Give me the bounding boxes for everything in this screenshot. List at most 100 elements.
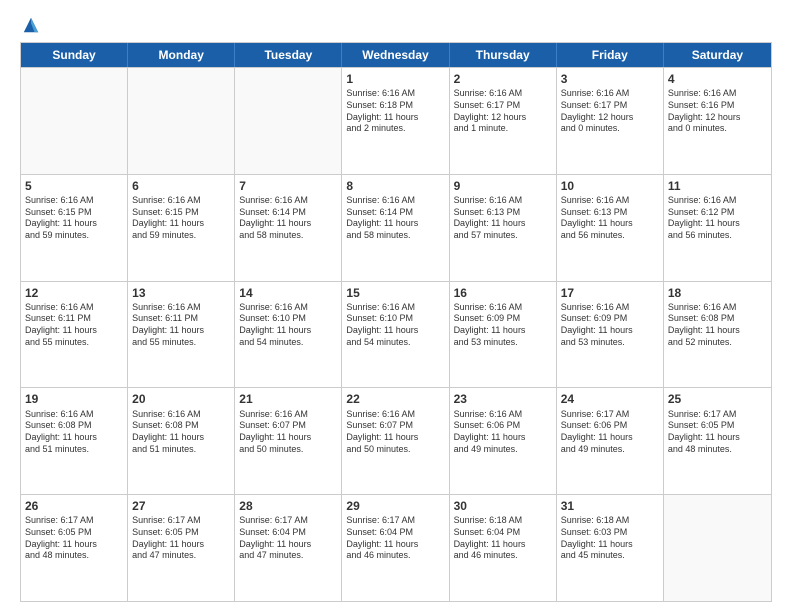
cell-info: Sunrise: 6:16 AM Sunset: 6:09 PM Dayligh… xyxy=(561,302,659,349)
calendar-header-row: SundayMondayTuesdayWednesdayThursdayFrid… xyxy=(21,43,771,67)
cal-cell-2-3: 15Sunrise: 6:16 AM Sunset: 6:10 PM Dayli… xyxy=(342,282,449,388)
cell-info: Sunrise: 6:16 AM Sunset: 6:17 PM Dayligh… xyxy=(454,88,552,135)
calendar-row-1: 5Sunrise: 6:16 AM Sunset: 6:15 PM Daylig… xyxy=(21,174,771,281)
cell-info: Sunrise: 6:18 AM Sunset: 6:03 PM Dayligh… xyxy=(561,515,659,562)
weekday-header-saturday: Saturday xyxy=(664,43,771,67)
day-number: 6 xyxy=(132,178,230,194)
cal-cell-2-2: 14Sunrise: 6:16 AM Sunset: 6:10 PM Dayli… xyxy=(235,282,342,388)
cal-cell-0-5: 3Sunrise: 6:16 AM Sunset: 6:17 PM Daylig… xyxy=(557,68,664,174)
cell-info: Sunrise: 6:16 AM Sunset: 6:18 PM Dayligh… xyxy=(346,88,444,135)
cell-info: Sunrise: 6:16 AM Sunset: 6:14 PM Dayligh… xyxy=(346,195,444,242)
cell-info: Sunrise: 6:16 AM Sunset: 6:11 PM Dayligh… xyxy=(132,302,230,349)
cal-cell-0-4: 2Sunrise: 6:16 AM Sunset: 6:17 PM Daylig… xyxy=(450,68,557,174)
day-number: 19 xyxy=(25,391,123,407)
day-number: 25 xyxy=(668,391,767,407)
cell-info: Sunrise: 6:16 AM Sunset: 6:11 PM Dayligh… xyxy=(25,302,123,349)
cal-cell-4-0: 26Sunrise: 6:17 AM Sunset: 6:05 PM Dayli… xyxy=(21,495,128,601)
cal-cell-0-6: 4Sunrise: 6:16 AM Sunset: 6:16 PM Daylig… xyxy=(664,68,771,174)
day-number: 22 xyxy=(346,391,444,407)
cal-cell-3-2: 21Sunrise: 6:16 AM Sunset: 6:07 PM Dayli… xyxy=(235,388,342,494)
cal-cell-1-0: 5Sunrise: 6:16 AM Sunset: 6:15 PM Daylig… xyxy=(21,175,128,281)
day-number: 28 xyxy=(239,498,337,514)
day-number: 14 xyxy=(239,285,337,301)
cal-cell-0-0 xyxy=(21,68,128,174)
day-number: 1 xyxy=(346,71,444,87)
cell-info: Sunrise: 6:17 AM Sunset: 6:04 PM Dayligh… xyxy=(346,515,444,562)
day-number: 18 xyxy=(668,285,767,301)
calendar-body: 1Sunrise: 6:16 AM Sunset: 6:18 PM Daylig… xyxy=(21,67,771,601)
cell-info: Sunrise: 6:18 AM Sunset: 6:04 PM Dayligh… xyxy=(454,515,552,562)
cal-cell-4-2: 28Sunrise: 6:17 AM Sunset: 6:04 PM Dayli… xyxy=(235,495,342,601)
day-number: 2 xyxy=(454,71,552,87)
day-number: 10 xyxy=(561,178,659,194)
cal-cell-1-3: 8Sunrise: 6:16 AM Sunset: 6:14 PM Daylig… xyxy=(342,175,449,281)
cal-cell-2-5: 17Sunrise: 6:16 AM Sunset: 6:09 PM Dayli… xyxy=(557,282,664,388)
calendar: SundayMondayTuesdayWednesdayThursdayFrid… xyxy=(20,42,772,602)
cell-info: Sunrise: 6:16 AM Sunset: 6:16 PM Dayligh… xyxy=(668,88,767,135)
cell-info: Sunrise: 6:16 AM Sunset: 6:07 PM Dayligh… xyxy=(346,409,444,456)
cal-cell-1-2: 7Sunrise: 6:16 AM Sunset: 6:14 PM Daylig… xyxy=(235,175,342,281)
day-number: 4 xyxy=(668,71,767,87)
cell-info: Sunrise: 6:16 AM Sunset: 6:09 PM Dayligh… xyxy=(454,302,552,349)
day-number: 16 xyxy=(454,285,552,301)
day-number: 21 xyxy=(239,391,337,407)
cal-cell-4-3: 29Sunrise: 6:17 AM Sunset: 6:04 PM Dayli… xyxy=(342,495,449,601)
header xyxy=(20,16,772,34)
day-number: 26 xyxy=(25,498,123,514)
day-number: 17 xyxy=(561,285,659,301)
day-number: 27 xyxy=(132,498,230,514)
calendar-row-0: 1Sunrise: 6:16 AM Sunset: 6:18 PM Daylig… xyxy=(21,67,771,174)
calendar-row-2: 12Sunrise: 6:16 AM Sunset: 6:11 PM Dayli… xyxy=(21,281,771,388)
cell-info: Sunrise: 6:16 AM Sunset: 6:13 PM Dayligh… xyxy=(454,195,552,242)
day-number: 29 xyxy=(346,498,444,514)
cal-cell-4-6 xyxy=(664,495,771,601)
day-number: 3 xyxy=(561,71,659,87)
cell-info: Sunrise: 6:17 AM Sunset: 6:06 PM Dayligh… xyxy=(561,409,659,456)
day-number: 31 xyxy=(561,498,659,514)
cal-cell-4-4: 30Sunrise: 6:18 AM Sunset: 6:04 PM Dayli… xyxy=(450,495,557,601)
cal-cell-2-0: 12Sunrise: 6:16 AM Sunset: 6:11 PM Dayli… xyxy=(21,282,128,388)
day-number: 15 xyxy=(346,285,444,301)
weekday-header-wednesday: Wednesday xyxy=(342,43,449,67)
cal-cell-3-5: 24 Sunrise: 6:17 AM Sunset: 6:06 PM Dayli… xyxy=(557,388,664,494)
weekday-header-friday: Friday xyxy=(557,43,664,67)
logo xyxy=(20,16,40,34)
day-number: 20 xyxy=(132,391,230,407)
day-number: 13 xyxy=(132,285,230,301)
weekday-header-monday: Monday xyxy=(128,43,235,67)
day-number: 12 xyxy=(25,285,123,301)
cal-cell-1-1: 6Sunrise: 6:16 AM Sunset: 6:15 PM Daylig… xyxy=(128,175,235,281)
cell-info: Sunrise: 6:16 AM Sunset: 6:14 PM Dayligh… xyxy=(239,195,337,242)
cell-info: Sunrise: 6:17 AM Sunset: 6:05 PM Dayligh… xyxy=(132,515,230,562)
cell-info: Sunrise: 6:16 AM Sunset: 6:12 PM Dayligh… xyxy=(668,195,767,242)
day-number: 7 xyxy=(239,178,337,194)
cal-cell-1-6: 11Sunrise: 6:16 AM Sunset: 6:12 PM Dayli… xyxy=(664,175,771,281)
cell-info: Sunrise: 6:16 AM Sunset: 6:10 PM Dayligh… xyxy=(239,302,337,349)
cell-info: Sunrise: 6:17 AM Sunset: 6:05 PM Dayligh… xyxy=(668,409,767,456)
weekday-header-sunday: Sunday xyxy=(21,43,128,67)
cell-info: Sunrise: 6:16 AM Sunset: 6:06 PM Dayligh… xyxy=(454,409,552,456)
cell-info: Sunrise: 6:16 AM Sunset: 6:15 PM Dayligh… xyxy=(132,195,230,242)
cal-cell-3-4: 23 Sunrise: 6:16 AM Sunset: 6:06 PM Dayli… xyxy=(450,388,557,494)
cal-cell-1-5: 10Sunrise: 6:16 AM Sunset: 6:13 PM Dayli… xyxy=(557,175,664,281)
calendar-row-4: 26Sunrise: 6:17 AM Sunset: 6:05 PM Dayli… xyxy=(21,494,771,601)
cal-cell-4-5: 31Sunrise: 6:18 AM Sunset: 6:03 PM Dayli… xyxy=(557,495,664,601)
day-number: 24 xyxy=(561,391,659,407)
day-number: 9 xyxy=(454,178,552,194)
day-number: 8 xyxy=(346,178,444,194)
page: SundayMondayTuesdayWednesdayThursdayFrid… xyxy=(0,0,792,612)
cal-cell-0-2 xyxy=(235,68,342,174)
cell-info: Sunrise: 6:16 AM Sunset: 6:08 PM Dayligh… xyxy=(132,409,230,456)
logo-icon xyxy=(22,16,40,34)
cal-cell-2-4: 16Sunrise: 6:16 AM Sunset: 6:09 PM Dayli… xyxy=(450,282,557,388)
cal-cell-3-0: 19Sunrise: 6:16 AM Sunset: 6:08 PM Dayli… xyxy=(21,388,128,494)
cal-cell-2-1: 13Sunrise: 6:16 AM Sunset: 6:11 PM Dayli… xyxy=(128,282,235,388)
cal-cell-3-3: 22 Sunrise: 6:16 AM Sunset: 6:07 PM Dayli… xyxy=(342,388,449,494)
cell-info: Sunrise: 6:16 AM Sunset: 6:17 PM Dayligh… xyxy=(561,88,659,135)
cal-cell-2-6: 18Sunrise: 6:16 AM Sunset: 6:08 PM Dayli… xyxy=(664,282,771,388)
cell-info: Sunrise: 6:17 AM Sunset: 6:05 PM Dayligh… xyxy=(25,515,123,562)
cal-cell-3-1: 20 Sunrise: 6:16 AM Sunset: 6:08 PM Dayli… xyxy=(128,388,235,494)
cal-cell-0-3: 1Sunrise: 6:16 AM Sunset: 6:18 PM Daylig… xyxy=(342,68,449,174)
day-number: 23 xyxy=(454,391,552,407)
cell-info: Sunrise: 6:17 AM Sunset: 6:04 PM Dayligh… xyxy=(239,515,337,562)
